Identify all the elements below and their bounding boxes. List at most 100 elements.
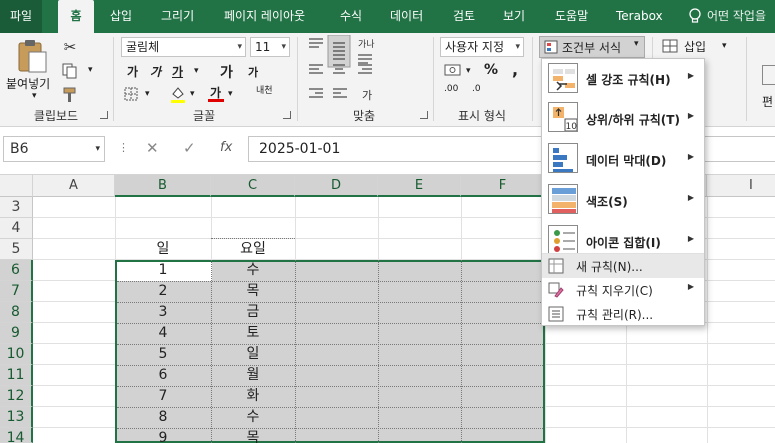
alignment-launcher-icon[interactable] bbox=[420, 111, 428, 119]
cell-c8[interactable]: 금 bbox=[211, 302, 295, 323]
row-header-3[interactable]: 3 bbox=[0, 197, 33, 218]
cell-c6[interactable]: 수 bbox=[211, 260, 295, 281]
cell-b13[interactable]: 8 bbox=[115, 407, 211, 428]
copy-icon[interactable] bbox=[62, 63, 78, 79]
paste-dropdown-icon[interactable]: ▾ bbox=[32, 91, 37, 101]
fill-color-dropdown-icon[interactable]: ▾ bbox=[190, 89, 195, 99]
cell-c5[interactable]: 요일 bbox=[211, 239, 295, 260]
cell-b6[interactable]: 1 bbox=[115, 260, 211, 281]
row-header-13[interactable]: 13 bbox=[0, 407, 33, 428]
cell-b5[interactable]: 일 bbox=[115, 239, 211, 260]
menu-item-data-bars[interactable]: 데이터 막대(D) ▶ bbox=[542, 139, 704, 179]
cell-b8[interactable]: 3 bbox=[115, 302, 211, 323]
menu-item-top-bottom-rules[interactable]: 10 상위/하위 규칙(T) ▶ bbox=[542, 98, 704, 138]
decrease-decimal-button[interactable]: .0 bbox=[472, 85, 481, 94]
menu-item-manage-rules[interactable]: 규칙 관리(R)... bbox=[542, 302, 704, 326]
percent-button[interactable]: % bbox=[484, 62, 498, 78]
column-header-e[interactable]: E bbox=[378, 175, 461, 197]
cancel-icon[interactable]: ✕ bbox=[146, 139, 159, 157]
copy-dropdown-icon[interactable]: ▾ bbox=[88, 65, 93, 75]
cell-c13[interactable]: 수 bbox=[211, 407, 295, 428]
tab-terabox[interactable]: Terabox bbox=[616, 0, 663, 33]
tab-formulas[interactable]: 수식 bbox=[340, 0, 362, 33]
paste-icon[interactable] bbox=[16, 39, 48, 73]
cell-b10[interactable]: 5 bbox=[115, 344, 211, 365]
bold-button[interactable]: 가 bbox=[127, 63, 138, 80]
phonetic-button[interactable]: 내천 bbox=[256, 83, 273, 96]
row-header-7[interactable]: 7 bbox=[0, 281, 33, 302]
cell-b9[interactable]: 4 bbox=[115, 323, 211, 344]
column-header-f[interactable]: F bbox=[461, 175, 545, 197]
underline-dropdown-icon[interactable]: ▾ bbox=[194, 66, 199, 76]
column-header-a[interactable]: A bbox=[33, 175, 115, 197]
cell-b7[interactable]: 2 bbox=[115, 281, 211, 302]
insert-cells-icon[interactable] bbox=[662, 39, 678, 53]
tab-file[interactable]: 파일 bbox=[0, 0, 42, 33]
row-header-6[interactable]: 6 bbox=[0, 260, 33, 281]
editing-icon[interactable] bbox=[762, 65, 775, 85]
currency-icon[interactable] bbox=[444, 63, 462, 77]
row-header-10[interactable]: 10 bbox=[0, 344, 33, 365]
alignment-buttons[interactable]: 가나 가 bbox=[306, 35, 426, 107]
cell-c7[interactable]: 목 bbox=[211, 281, 295, 302]
row-header-12[interactable]: 12 bbox=[0, 386, 33, 407]
cell-c9[interactable]: 토 bbox=[211, 323, 295, 344]
font-color-dropdown-icon[interactable]: ▾ bbox=[228, 89, 233, 99]
format-painter-icon[interactable] bbox=[62, 87, 78, 103]
tab-help[interactable]: 도움말 bbox=[555, 0, 588, 33]
borders-dropdown-icon[interactable]: ▾ bbox=[145, 89, 150, 99]
tab-view[interactable]: 보기 bbox=[503, 0, 525, 33]
cell-b14[interactable]: 9 bbox=[115, 428, 211, 443]
font-size-combo[interactable]: 11 ▾ bbox=[250, 37, 290, 57]
column-header-d[interactable]: D bbox=[295, 175, 378, 197]
borders-icon[interactable] bbox=[124, 87, 138, 101]
row-header-11[interactable]: 11 bbox=[0, 365, 33, 386]
insert-function-button[interactable]: fx bbox=[220, 140, 232, 155]
font-shrink-button[interactable]: 가 bbox=[248, 64, 258, 80]
column-header-b[interactable]: B bbox=[115, 175, 211, 197]
cell-c14[interactable]: 목 bbox=[211, 428, 295, 443]
cut-icon[interactable]: ✂ bbox=[60, 37, 80, 57]
cell-c12[interactable]: 화 bbox=[211, 386, 295, 407]
clipboard-launcher-icon[interactable] bbox=[100, 111, 108, 119]
cell-b11[interactable]: 6 bbox=[115, 365, 211, 386]
row-header-14[interactable]: 14 bbox=[0, 428, 33, 443]
tab-home[interactable]: 홈 bbox=[58, 0, 94, 33]
number-format-combo[interactable]: 사용자 지정 ▾ bbox=[440, 37, 524, 57]
tab-data[interactable]: 데이터 bbox=[390, 0, 423, 33]
tell-me-search[interactable]: 어떤 작업을 bbox=[707, 0, 766, 33]
row-header-4[interactable]: 4 bbox=[0, 218, 33, 239]
name-box[interactable]: B6 ▾ bbox=[3, 136, 105, 162]
insert-cells-label[interactable]: 삽입 bbox=[684, 38, 706, 55]
increase-decimal-button[interactable]: .00 bbox=[444, 85, 458, 94]
insert-dropdown-icon[interactable]: ▾ bbox=[722, 41, 727, 51]
tab-insert[interactable]: 삽입 bbox=[110, 0, 132, 33]
italic-button[interactable]: 가 bbox=[150, 63, 161, 80]
currency-dropdown-icon[interactable]: ▾ bbox=[466, 66, 471, 76]
column-header-i[interactable]: I bbox=[707, 175, 775, 197]
menu-item-clear-rules[interactable]: 규칙 지우기(C) ▶ bbox=[542, 278, 704, 302]
row-header-9[interactable]: 9 bbox=[0, 323, 33, 344]
tab-page-layout[interactable]: 페이지 레이아웃 bbox=[224, 0, 305, 33]
tab-review[interactable]: 검토 bbox=[453, 0, 475, 33]
font-launcher-icon[interactable] bbox=[283, 111, 291, 119]
font-grow-button[interactable]: 가 bbox=[220, 62, 233, 82]
tab-draw[interactable]: 그리기 bbox=[161, 0, 194, 33]
cell-b12[interactable]: 7 bbox=[115, 386, 211, 407]
editing-label[interactable]: 편 bbox=[762, 93, 773, 110]
menu-item-new-rule[interactable]: 새 규칙(N)... bbox=[542, 254, 704, 278]
comma-button[interactable]: , bbox=[512, 60, 518, 79]
row-header-5[interactable]: 5 bbox=[0, 239, 33, 260]
row-header-8[interactable]: 8 bbox=[0, 302, 33, 323]
column-header-c[interactable]: C bbox=[211, 175, 295, 197]
paste-label[interactable]: 붙여넣기 bbox=[6, 75, 50, 92]
select-all-corner[interactable] bbox=[0, 175, 33, 197]
enter-icon[interactable]: ✓ bbox=[183, 139, 196, 157]
cell-c10[interactable]: 일 bbox=[211, 344, 295, 365]
fill-color-icon[interactable] bbox=[170, 85, 186, 103]
menu-item-highlight-rules[interactable]: 셀 강조 규칙(H) ▶ bbox=[542, 59, 704, 97]
cell-c11[interactable]: 월 bbox=[211, 365, 295, 386]
menu-item-color-scales[interactable]: 색조(S) ▶ bbox=[542, 180, 704, 220]
underline-button[interactable]: 가 bbox=[172, 63, 183, 80]
conditional-format-button[interactable]: 조건부 서식 ▾ bbox=[539, 36, 645, 58]
